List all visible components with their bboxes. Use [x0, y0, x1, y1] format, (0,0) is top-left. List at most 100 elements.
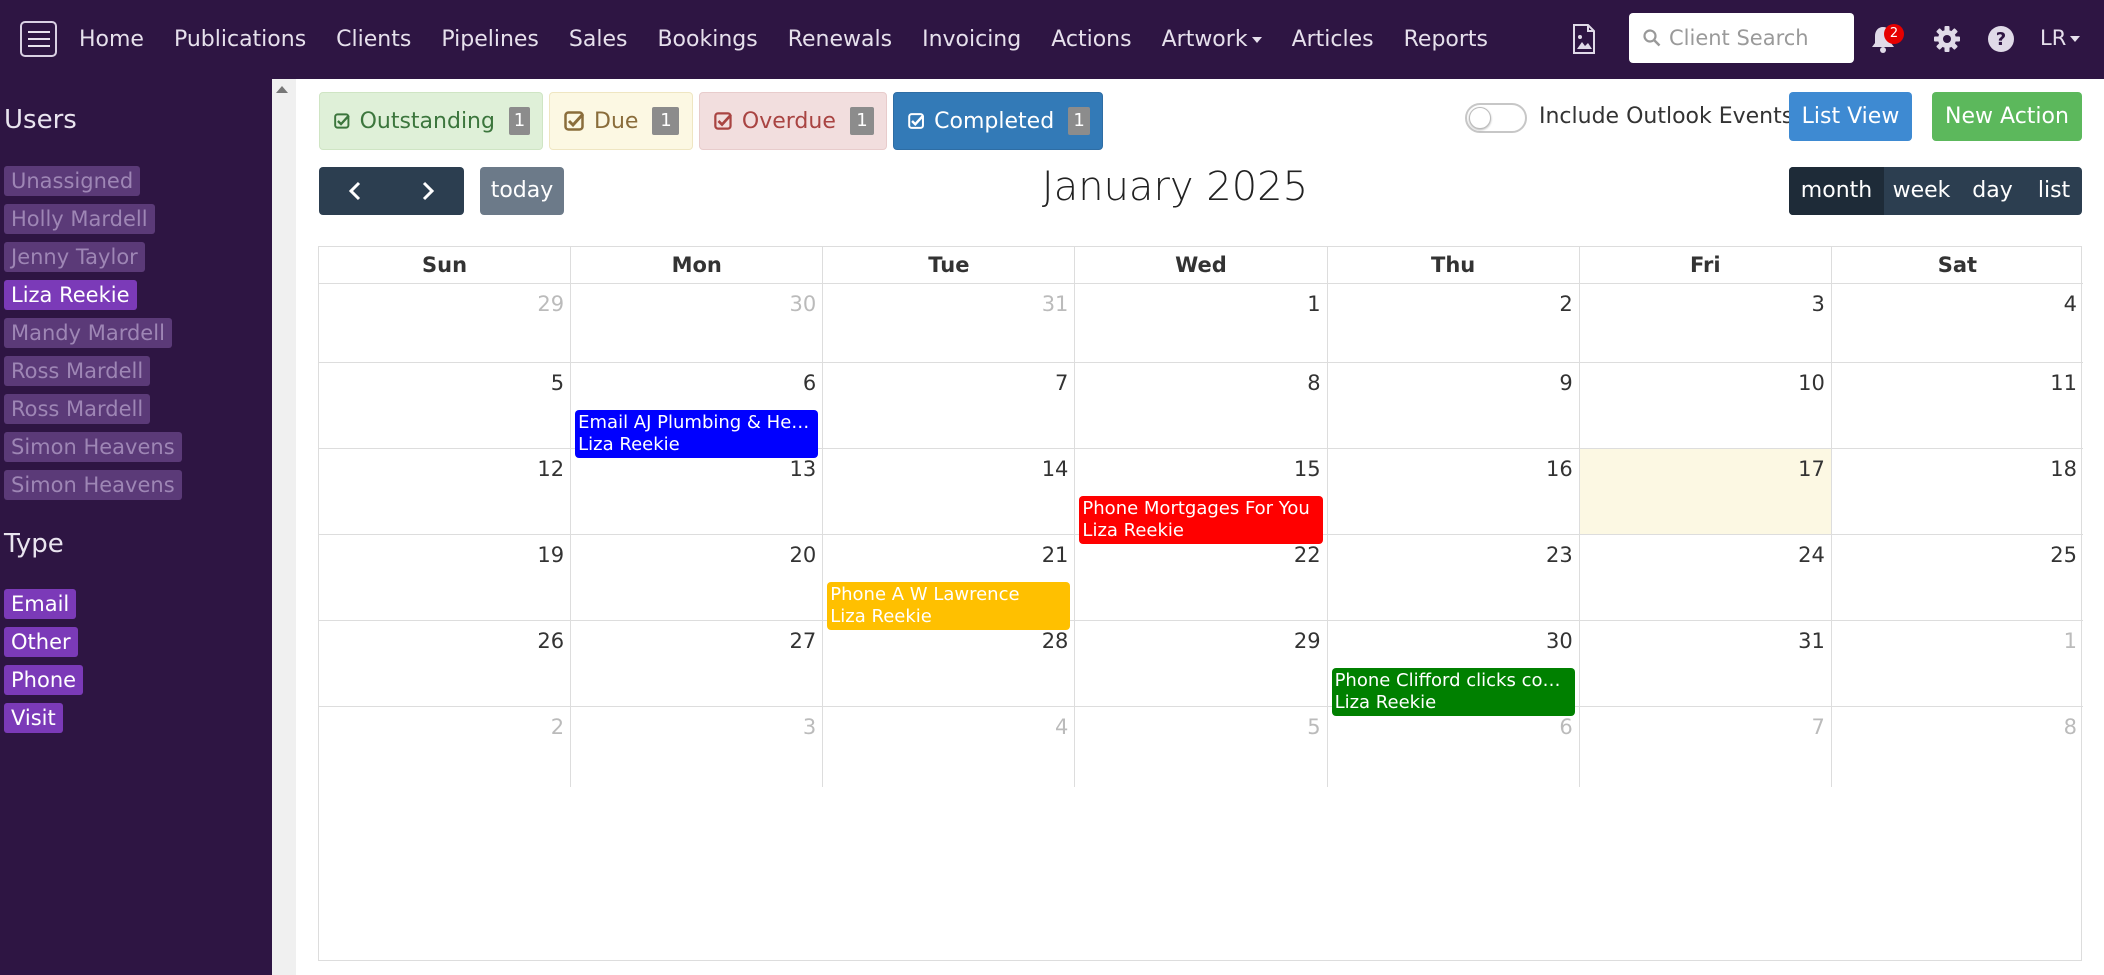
calendar-day-cell[interactable]: 19	[319, 535, 572, 620]
calendar-day-cell[interactable]: 8	[1832, 707, 2083, 787]
user-filter-ross-mardell[interactable]: Ross Mardell	[4, 394, 151, 424]
calendar-day-cell[interactable]: 10	[1580, 363, 1832, 448]
nav-artwork-dropdown[interactable]: Artwork	[1147, 27, 1277, 52]
calendar-week-row: 12 13 14 15 Phone Mortgages For You Liza Reek…	[319, 449, 2083, 544]
calendar-day-cell[interactable]: 31	[823, 284, 1076, 362]
filter-due-button[interactable]: Due 1	[549, 92, 693, 150]
nav-actions[interactable]: Actions	[1036, 27, 1146, 52]
calendar-day-cell[interactable]: 4	[1832, 284, 2083, 362]
new-action-button[interactable]: New Action	[1932, 92, 2082, 141]
calendar-day-cell[interactable]: 24	[1580, 535, 1832, 620]
user-filter-holly-mardell[interactable]: Holly Mardell	[4, 204, 155, 234]
calendar-day-cell[interactable]: 7	[1580, 707, 1832, 787]
view-week-button[interactable]: week	[1884, 167, 1959, 215]
calendar-day-cell[interactable]: 6	[1328, 707, 1580, 787]
help-icon[interactable]: ?	[1987, 25, 2015, 53]
user-filter-mandy-mardell[interactable]: Mandy Mardell	[4, 318, 172, 348]
scrollbar-track[interactable]	[272, 79, 296, 975]
calendar-day-cell[interactable]: 28	[823, 621, 1076, 706]
filter-outstanding-count: 1	[508, 107, 530, 135]
nav-articles[interactable]: Articles	[1277, 27, 1389, 52]
nav-pipelines[interactable]: Pipelines	[426, 27, 554, 52]
calendar-day-cell[interactable]: 30 Phone Clifford clicks comp... Liza Reek…	[1328, 621, 1580, 716]
calendar-day-cell[interactable]: 29	[319, 284, 572, 362]
type-filter-other[interactable]: Other	[4, 627, 78, 657]
calendar-day-cell[interactable]: 11	[1832, 363, 2083, 448]
nav-home[interactable]: Home	[64, 27, 159, 52]
calendar-day-cell[interactable]: 2	[1328, 284, 1580, 362]
calendar-day-cell[interactable]: 17	[1579, 449, 1832, 534]
filter-outstanding-button[interactable]: Outstanding 1	[319, 92, 543, 150]
view-list-button[interactable]: list	[2026, 167, 2082, 215]
calendar-day-cell[interactable]: 29	[1075, 621, 1328, 706]
calendar-day-cell[interactable]: 15 Phone Mortgages For You Liza Reekie	[1075, 449, 1328, 544]
calendar-day-cell[interactable]: 18	[1832, 449, 2083, 534]
calendar-day-cell[interactable]: 5	[1075, 707, 1328, 787]
user-filter-jenny-taylor[interactable]: Jenny Taylor	[4, 242, 145, 272]
prev-button[interactable]	[319, 167, 392, 215]
day-number: 7	[1055, 371, 1069, 395]
nav-invoicing[interactable]: Invoicing	[907, 27, 1036, 52]
filter-completed-button[interactable]: Completed 1	[893, 92, 1103, 150]
day-number: 13	[789, 457, 817, 481]
calendar-day-cell[interactable]: 3	[571, 707, 824, 787]
scroll-up-arrow-icon[interactable]	[276, 86, 288, 93]
calendar-day-cell[interactable]: 5	[319, 363, 572, 448]
nav-bookings[interactable]: Bookings	[642, 27, 772, 52]
calendar-day-cell[interactable]: 16	[1328, 449, 1580, 534]
type-filter-email[interactable]: Email	[4, 589, 77, 619]
day-number: 1	[2063, 629, 2077, 653]
calendar-day-cell[interactable]: 30	[571, 284, 824, 362]
user-filter-simon-heavens[interactable]: Simon Heavens	[4, 432, 182, 462]
calendar-day-cell[interactable]: 25	[1832, 535, 2083, 620]
calendar-day-cell[interactable]: 31	[1580, 621, 1832, 706]
type-filter-phone[interactable]: Phone	[4, 665, 84, 695]
user-menu-dropdown[interactable]: LR	[2040, 26, 2081, 50]
document-image-icon[interactable]	[1572, 24, 1596, 54]
calendar-day-cell[interactable]: 23	[1328, 535, 1580, 620]
calendar-day-cell[interactable]: 8	[1075, 363, 1328, 448]
type-filter-visit[interactable]: Visit	[4, 703, 63, 733]
today-button[interactable]: today	[480, 167, 564, 215]
calendar-day-cell[interactable]: 4	[823, 707, 1076, 787]
calendar-day-cell[interactable]: 22	[1075, 535, 1328, 620]
calendar-day-cell[interactable]: 21 Phone A W Lawrence Liza Reekie	[823, 535, 1076, 630]
calendar-day-cell[interactable]: 7	[823, 363, 1076, 448]
calendar-day-cell[interactable]: 26	[319, 621, 572, 706]
user-filter-unassigned[interactable]: Unassigned	[4, 166, 141, 196]
filter-overdue-button[interactable]: Overdue 1	[699, 92, 887, 150]
calendar-day-cell[interactable]: 13	[571, 449, 824, 534]
calendar-title: January 2025	[1041, 164, 1309, 210]
calendar-day-cell[interactable]: 14	[823, 449, 1076, 534]
client-search-box[interactable]	[1629, 13, 1854, 63]
event-title: Email AJ Plumbing & Heating	[578, 412, 816, 433]
day-number: 3	[802, 715, 817, 739]
calendar-day-cell[interactable]: 1	[1832, 621, 2083, 706]
include-outlook-toggle[interactable]	[1465, 103, 1527, 133]
user-filter-simon-heavens[interactable]: Simon Heavens	[4, 470, 182, 500]
view-month-button[interactable]: month	[1789, 167, 1884, 215]
nav-renewals[interactable]: Renewals	[773, 27, 907, 52]
calendar-day-cell[interactable]: 1	[1075, 284, 1328, 362]
hamburger-menu-icon[interactable]	[20, 21, 57, 57]
nav-sales[interactable]: Sales	[554, 27, 643, 52]
calendar-day-cell[interactable]: 12	[319, 449, 572, 534]
weekday-fri: Fri	[1580, 247, 1832, 283]
user-filter-liza-reekie[interactable]: Liza Reekie	[4, 280, 137, 310]
gear-icon[interactable]	[1933, 25, 1961, 53]
view-day-button[interactable]: day	[1959, 167, 2026, 215]
calendar-day-cell[interactable]: 2	[319, 707, 572, 787]
day-number: 28	[1041, 629, 1069, 653]
calendar-day-cell[interactable]: 9	[1328, 363, 1580, 448]
nav-clients[interactable]: Clients	[321, 27, 426, 52]
calendar-day-cell[interactable]: 20	[571, 535, 824, 620]
calendar-day-cell[interactable]: 6 Email AJ Plumbing & Heating Liza Reekie	[571, 363, 824, 458]
nav-publications[interactable]: Publications	[159, 27, 321, 52]
nav-reports[interactable]: Reports	[1389, 27, 1503, 52]
calendar-day-cell[interactable]: 27	[571, 621, 824, 706]
client-search-input[interactable]	[1669, 26, 1849, 50]
list-view-button[interactable]: List View	[1789, 92, 1912, 141]
next-button[interactable]	[392, 167, 465, 215]
user-filter-ross-mardell[interactable]: Ross Mardell	[4, 356, 151, 386]
calendar-day-cell[interactable]: 3	[1580, 284, 1832, 362]
